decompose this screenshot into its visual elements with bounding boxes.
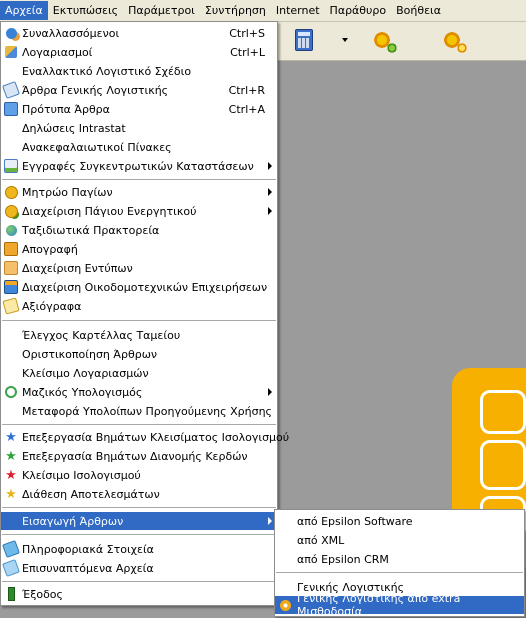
menu-parameters[interactable]: Παράμετροι (123, 1, 200, 20)
blue-star-icon: ★ (5, 429, 17, 445)
menu-item-securities[interactable]: Αξιόγραφα (1, 297, 277, 315)
menu-item-inventory[interactable]: Απογραφή (1, 240, 277, 258)
inventory-icon (4, 242, 18, 256)
calc-refresh-icon (4, 385, 18, 399)
ledger-icon (2, 81, 20, 99)
menu-bar: Αρχεία Εκτυπώσεις Παράμετροι Συντήρηση I… (0, 0, 526, 22)
attachments-icon (2, 559, 20, 577)
menu-item-profit-distribution-steps[interactable]: ★ Επεξεργασία Βημάτων Διανομής Κερδών (1, 447, 277, 465)
menu-item-accounts[interactable]: Λογαριασμοί Ctrl+L (1, 43, 277, 61)
menu-item-mass-calculation[interactable]: Μαζικός Υπολογισμός (1, 383, 277, 401)
submenu-item-epsilon-crm[interactable]: από Epsilon CRM (275, 550, 524, 568)
menu-item-exit[interactable]: Έξοδος (1, 585, 277, 603)
calculator-icon (295, 29, 313, 51)
menu-internet[interactable]: Internet (271, 1, 325, 20)
info-icon (2, 540, 20, 558)
menu-separator (2, 534, 276, 535)
menu-file[interactable]: Αρχεία (0, 1, 48, 20)
menu-item-ledger-entries[interactable]: Άρθρα Γενικής Λογιστικής Ctrl+R (1, 81, 277, 99)
menu-item-summary-tables[interactable]: Ανακεφαλαιωτικοί Πίνακες (1, 138, 277, 156)
people-icon (4, 26, 18, 40)
yellow-star-icon: ★ (5, 486, 17, 502)
menu-item-fixed-assets-management[interactable]: Διαχείριση Πάγιου Ενεργητικού (1, 202, 277, 220)
menu-separator (2, 179, 276, 180)
gears-green-button[interactable] (370, 28, 398, 54)
menu-item-construction-management[interactable]: Διαχείριση Οικοδομοτεχνικών Επιχειρήσεων (1, 278, 277, 296)
gears-orange-icon (442, 30, 468, 54)
records-icon (4, 159, 18, 173)
submenu-arrow-icon (268, 207, 272, 215)
menu-item-alternative-chart[interactable]: Εναλλακτικό Λογιστικό Σχέδιο (1, 62, 277, 80)
submenu-item-xml[interactable]: από XML (275, 531, 524, 549)
calculator-button[interactable] (292, 28, 316, 52)
forms-icon (4, 261, 18, 275)
menu-help[interactable]: Βοήθεια (391, 1, 446, 20)
menu-item-cash-card-check[interactable]: Έλεγχος Καρτέλλας Ταμείου (1, 326, 277, 344)
menu-item-close-balance-sheet[interactable]: ★ Κλείσιμο Ισολογισμού (1, 466, 277, 484)
menu-maintenance[interactable]: Συντήρηση (200, 1, 271, 20)
submenu-item-epsilon-software[interactable]: από Epsilon Software (275, 512, 524, 530)
exit-icon (4, 587, 18, 601)
menu-item-balance-closing-steps[interactable]: ★ Επεξεργασία Βημάτων Κλεισίματος Ισολογ… (1, 428, 289, 446)
menu-item-attachments[interactable]: Επισυναπτόμενα Αρχεία (1, 559, 277, 577)
red-star-icon: ★ (5, 467, 17, 483)
submenu-arrow-icon (268, 517, 272, 525)
gears-orange-button[interactable] (440, 28, 468, 54)
menu-item-summary-records[interactable]: Εγγραφές Συγκεντρωτικών Καταστάσεων (1, 157, 277, 175)
template-icon (4, 102, 18, 116)
menu-separator (276, 572, 523, 573)
menu-separator (2, 320, 276, 321)
menu-item-carry-forward-balances[interactable]: Μεταφορά Υπολοίπων Προηγούμενης Χρήσης (1, 402, 277, 420)
menu-item-travel-agencies[interactable]: Ταξιδιωτικά Πρακτορεία (1, 221, 277, 239)
menu-item-fixed-assets-registry[interactable]: Μητρώο Παγίων (1, 183, 277, 201)
accounts-icon (4, 45, 18, 59)
menu-separator (2, 581, 276, 582)
menu-item-information[interactable]: Πληροφοριακά Στοιχεία (1, 540, 277, 558)
gears-green-icon (372, 30, 398, 54)
menu-item-intrastat[interactable]: Δηλώσεις Intrastat (1, 119, 277, 137)
gear-icon (278, 598, 292, 612)
toolbar (270, 22, 526, 61)
submenu-arrow-icon (268, 388, 272, 396)
menu-item-finalize-entries[interactable]: Οριστικοποίηση Άρθρων (1, 345, 277, 363)
securities-icon (2, 297, 20, 315)
submenu-arrow-icon (268, 188, 272, 196)
assets-registry-icon (4, 185, 18, 199)
menu-item-results-allocation[interactable]: ★ Διάθεση Αποτελεσμάτων (1, 485, 277, 503)
menu-separator (2, 507, 276, 508)
menu-separator (2, 424, 276, 425)
menu-item-counterparties[interactable]: Συναλλασσόμενοι Ctrl+S (1, 24, 277, 42)
assets-management-icon (4, 204, 18, 218)
menu-item-import-entries[interactable]: Εισαγωγή Άρθρων (1, 512, 277, 530)
menu-print[interactable]: Εκτυπώσεις (48, 1, 123, 20)
submenu-arrow-icon (268, 162, 272, 170)
submenu-item-general-ledger-from-payroll[interactable]: Γενικής Λογιστικής από extra Μισθοδοσία (275, 592, 524, 618)
file-menu: Συναλλασσόμενοι Ctrl+S Λογαριασμοί Ctrl+… (0, 21, 289, 606)
construction-icon (4, 280, 18, 294)
dropdown-arrow-icon[interactable] (342, 38, 348, 42)
menu-item-close-accounts[interactable]: Κλείσιμο Λογαριασμών (1, 364, 277, 382)
import-entries-submenu: από Epsilon Software από XML από Epsilon… (274, 509, 525, 618)
menu-item-template-entries[interactable]: Πρότυπα Άρθρα Ctrl+A (1, 100, 277, 118)
green-star-icon: ★ (5, 448, 17, 464)
globe-icon (4, 223, 18, 237)
menu-window[interactable]: Παράθυρο (325, 1, 392, 20)
menu-item-forms-management[interactable]: Διαχείριση Εντύπων (1, 259, 277, 277)
